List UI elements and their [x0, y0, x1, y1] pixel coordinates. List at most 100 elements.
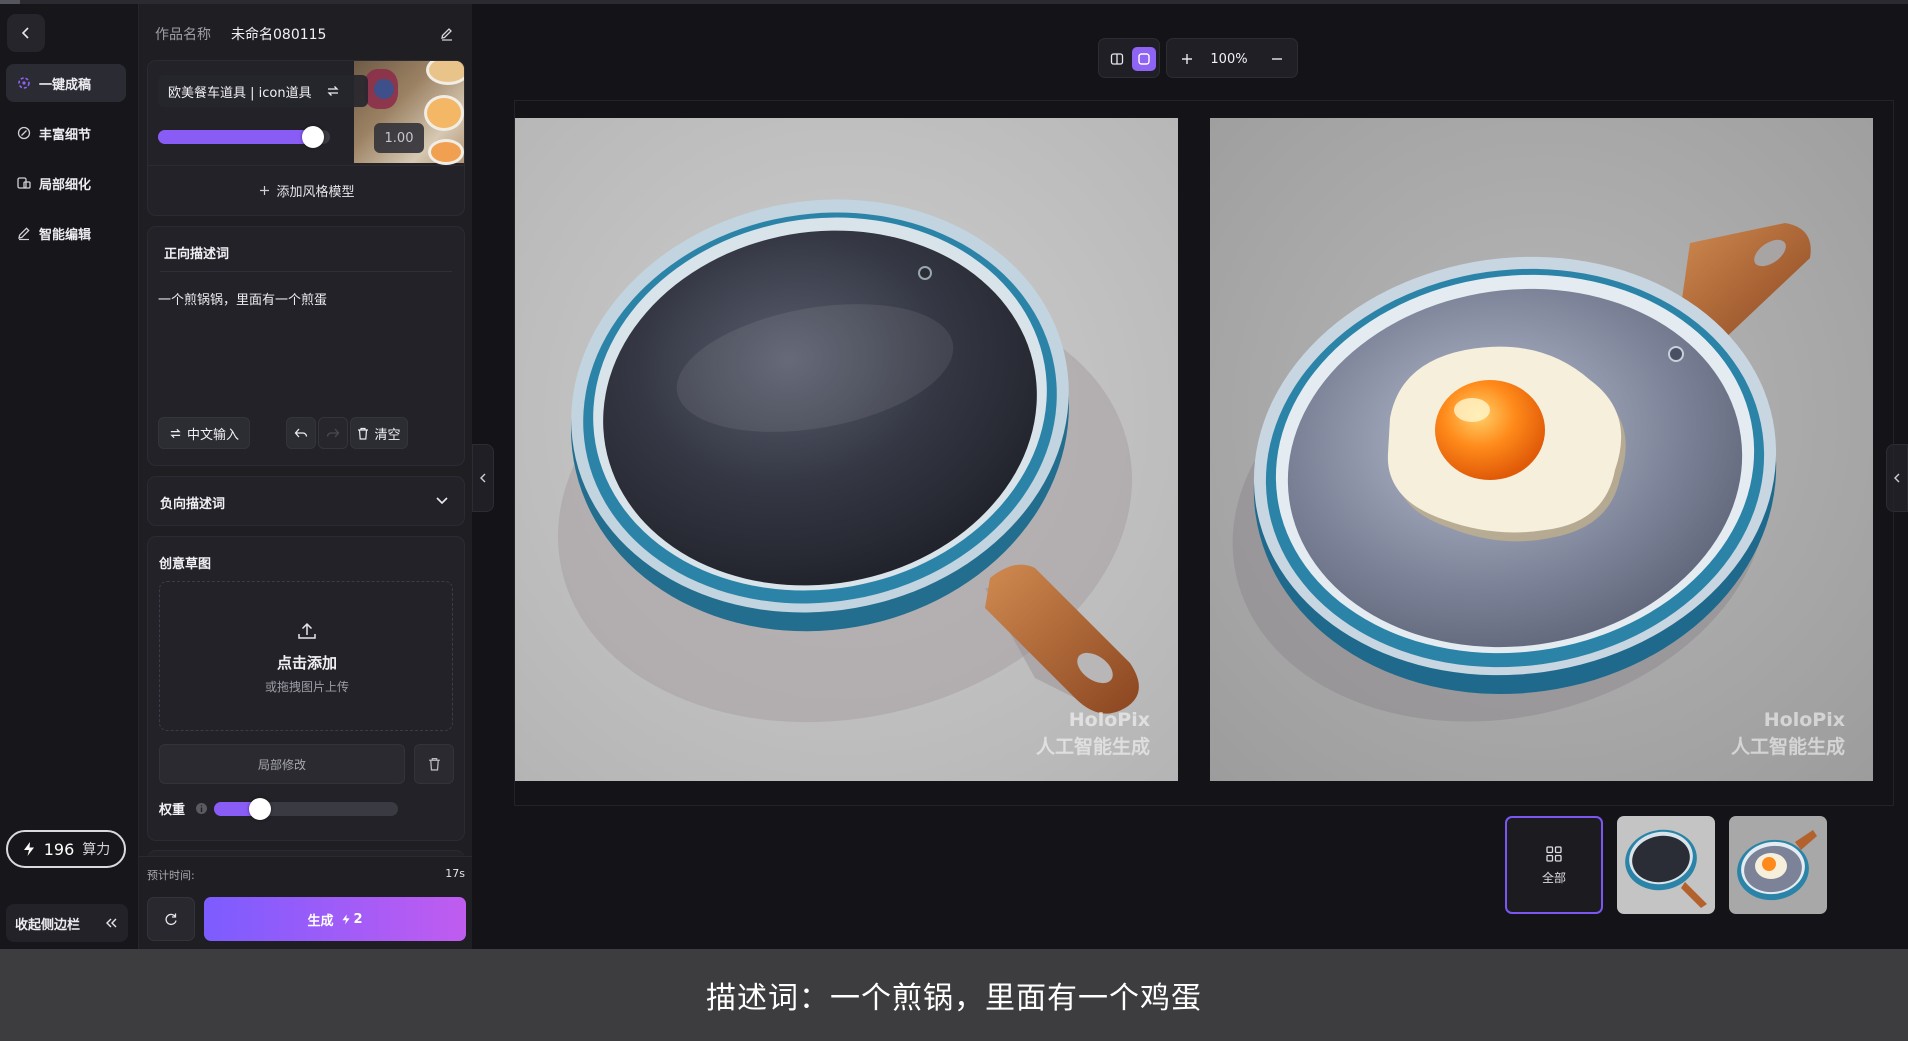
eta-value: 17s	[445, 867, 465, 880]
upload-sub-text: 或拖拽图片上传	[264, 680, 349, 694]
style-weight-slider[interactable]	[158, 126, 330, 148]
frying-pan-egg-image	[1210, 118, 1873, 781]
trash-icon	[428, 757, 440, 771]
redo-button[interactable]	[318, 417, 348, 449]
swap-icon	[170, 428, 181, 438]
positive-prompt-card: 正向描述词 一个煎锅锅，里面有一个煎蛋 中文输入 清空	[147, 226, 465, 466]
credits-badge[interactable]: 196 算力	[6, 830, 126, 868]
sketch-weight-label: 权重	[159, 803, 186, 818]
zoom-out-button[interactable]	[1265, 47, 1289, 71]
lightning-icon	[23, 842, 34, 856]
delete-sketch-button[interactable]	[414, 744, 454, 784]
work-name-row: 作品名称 未命名080115	[155, 20, 455, 48]
canvas-area: 100% HoloPix 人工智能生成 HoloPix 人工智能生成 全部	[472, 4, 1908, 949]
view-toolbar: 100%	[1098, 38, 1298, 78]
chinese-input-button[interactable]: 中文输入	[158, 417, 250, 449]
sidebar-item-smart-edit[interactable]: 智能编辑	[6, 214, 126, 252]
panel-collapse-tab[interactable]	[472, 444, 494, 512]
creative-sketch-card: 创意草图 点击添加 或拖拽图片上传 局部修改 权重	[147, 536, 465, 841]
double-chevron-left-icon	[106, 918, 117, 928]
sketch-weight-row: 权重	[159, 799, 208, 818]
sidebar-item-partial-refine[interactable]: 局部细化	[6, 164, 126, 202]
sidebar-item-label: 局部细化	[39, 177, 92, 193]
result-image-2[interactable]: HoloPix 人工智能生成	[1210, 118, 1873, 781]
sidebar-item-rich-detail[interactable]: 丰富细节	[6, 114, 126, 152]
thumbnail-all[interactable]: 全部	[1505, 816, 1603, 914]
redo-icon	[326, 428, 340, 438]
collapse-sidebar-label: 收起侧边栏	[15, 917, 81, 933]
pen-icon	[18, 227, 30, 241]
zoom-group: 100%	[1166, 38, 1298, 78]
watermark-line-1: HoloPix	[1763, 709, 1845, 731]
generate-bar: 预计时间: 17s 生成 2	[139, 856, 473, 949]
style-model-card: 欧美餐车道具 | icon道具 1.00 添加风格模型	[147, 60, 465, 216]
single-view-button[interactable]	[1132, 47, 1156, 71]
view-mode-group	[1098, 38, 1160, 78]
divider	[160, 271, 452, 272]
frying-pan-image	[515, 118, 1178, 781]
zoom-in-button[interactable]	[1175, 47, 1199, 71]
chinese-input-label: 中文输入	[186, 427, 239, 443]
result-image-1[interactable]: HoloPix 人工智能生成	[515, 118, 1178, 781]
positive-prompt-title: 正向描述词	[164, 247, 230, 262]
watermark-line-2: 人工智能生成	[1035, 736, 1150, 758]
undo-button[interactable]	[286, 417, 316, 449]
split-view-icon	[1110, 53, 1124, 65]
single-view-icon	[1138, 53, 1150, 65]
partial-refine-icon	[17, 177, 31, 189]
thumbnail-2[interactable]	[1729, 816, 1827, 914]
credits-unit: 算力	[82, 842, 111, 858]
sidebar-item-one-click[interactable]: 一键成稿	[6, 64, 126, 102]
generate-button[interactable]: 生成 2	[204, 897, 466, 941]
refresh-button[interactable]	[147, 897, 195, 941]
negative-prompt-title: 负向描述词	[160, 497, 226, 512]
edit-icon[interactable]	[439, 26, 455, 42]
upload-icon	[298, 622, 316, 639]
style-weight-fill	[158, 130, 313, 144]
generate-cost-value: 2	[353, 911, 363, 927]
eta-row: 预计时间: 17s	[147, 867, 465, 883]
creative-sketch-title: 创意草图	[159, 557, 212, 572]
detail-icon	[17, 126, 31, 140]
frying-pan-egg-thumbnail	[1729, 816, 1827, 914]
sparkle-icon	[18, 77, 30, 89]
style-weight-knob[interactable]	[302, 126, 324, 148]
generate-label: 生成	[307, 913, 334, 929]
settings-panel: 作品名称 未命名080115 欧美餐车道具 | icon道具 1.00 添加风格…	[138, 4, 473, 949]
frying-pan-thumbnail	[1617, 816, 1715, 914]
plus-icon	[1182, 54, 1192, 64]
plus-icon	[260, 186, 270, 195]
chevron-left-icon	[480, 473, 486, 483]
style-weight-value[interactable]: 1.00	[374, 123, 424, 153]
back-button[interactable]	[7, 14, 45, 52]
split-view-button[interactable]	[1105, 47, 1129, 71]
thumbnail-1[interactable]	[1617, 816, 1715, 914]
positive-prompt-input[interactable]: 一个煎锅锅，里面有一个煎蛋	[158, 289, 448, 308]
style-model-name-text: 欧美餐车道具 | icon道具	[168, 85, 312, 101]
sketch-weight-slider[interactable]	[214, 798, 398, 820]
work-name-label: 作品名称	[155, 27, 211, 43]
local-edit-button[interactable]: 局部修改	[159, 744, 405, 784]
thumbnail-all-label: 全部	[1541, 870, 1566, 885]
eta-label: 预计时间:	[147, 869, 195, 882]
swap-icon[interactable]	[326, 84, 340, 98]
lightning-icon	[342, 914, 351, 924]
trash-icon	[358, 427, 369, 440]
sketch-weight-knob[interactable]	[249, 798, 271, 820]
add-style-model-button[interactable]: 添加风格模型	[148, 165, 464, 215]
info-icon[interactable]	[195, 802, 208, 815]
undo-icon	[294, 428, 308, 438]
collapse-sidebar-button[interactable]: 收起侧边栏	[6, 904, 128, 942]
generate-cost: 2	[341, 911, 363, 927]
negative-prompt-card[interactable]: 负向描述词	[147, 476, 465, 526]
clear-button[interactable]: 清空	[350, 417, 408, 449]
caption-bar: 描述词：一个煎锅，里面有一个鸡蛋	[0, 949, 1908, 1041]
zoom-level: 100%	[1210, 51, 1248, 67]
nav-rail: 一键成稿 丰富细节 局部细化 智能编辑 196 算力 收起侧边栏	[0, 4, 138, 949]
sidebar-item-label: 一键成稿	[39, 77, 92, 93]
chevron-down-icon[interactable]	[434, 492, 450, 508]
refresh-icon	[165, 913, 177, 926]
style-model-name[interactable]: 欧美餐车道具 | icon道具	[158, 75, 368, 107]
minus-icon	[1272, 58, 1282, 60]
sketch-upload-area[interactable]: 点击添加 或拖拽图片上传	[159, 581, 453, 731]
